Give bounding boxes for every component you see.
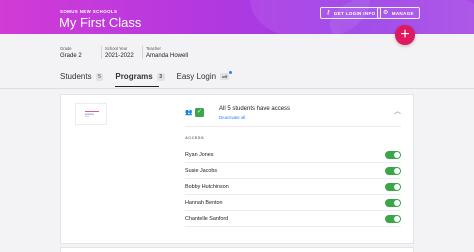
grade-value: Grade 2: [60, 53, 82, 59]
tabs-divider: [0, 88, 474, 89]
grade-info: Grade Grade 2: [60, 46, 82, 59]
student-access-row: Susie Jacobs: [185, 164, 401, 179]
tab-easy-login-label: Easy Login: [176, 72, 217, 81]
get-login-info-button[interactable]: ⚷ GET LOGIN INFO: [320, 7, 382, 19]
toggle-knob: [394, 184, 400, 190]
programs-count-badge: 3: [156, 72, 165, 81]
access-check-icon[interactable]: ✓: [195, 108, 204, 117]
student-access-row: Bobby Hutchinson: [185, 180, 401, 195]
access-toggle[interactable]: [385, 215, 401, 223]
student-name: Chantelle Sanford: [185, 216, 229, 222]
chevron-up-icon[interactable]: ︿: [394, 106, 401, 116]
class-tabs: Students 5 Programs 3 Easy Login off: [60, 71, 241, 87]
student-name: Ryan Jones: [185, 152, 214, 158]
toggle-knob: [394, 200, 400, 206]
toggle-knob: [394, 168, 400, 174]
student-access-row: Ryan Jones: [185, 148, 401, 163]
tab-easy-login[interactable]: Easy Login off: [176, 71, 233, 87]
thumbnail-accent-line: [85, 111, 99, 112]
school-name: SOMUS NEW SCHOOLS: [60, 9, 118, 14]
manage-button[interactable]: ⚙ MANAGE: [377, 7, 420, 19]
student-access-row: Hannah Benton: [185, 196, 401, 211]
add-button[interactable]: +: [395, 25, 415, 45]
new-indicator-dot: [229, 71, 233, 74]
access-toggle[interactable]: [385, 151, 401, 159]
program-card: Literacy Plus 👥 ✓ All 5 students have ac…: [60, 94, 414, 244]
get-login-info-label: GET LOGIN INFO: [333, 10, 376, 16]
access-toggle[interactable]: [385, 183, 401, 191]
easy-login-status-badge: off: [220, 73, 230, 80]
key-icon: ⚷: [326, 10, 331, 16]
program-thumbnail[interactable]: Literacy Plus: [75, 103, 107, 125]
deactivate-all-link[interactable]: Deactivate all: [219, 115, 245, 120]
student-name: Susie Jacobs: [185, 168, 218, 174]
thumbnail-subtitle: Plus: [85, 116, 90, 118]
toggle-knob: [394, 152, 400, 158]
gear-icon: ⚙: [383, 10, 389, 16]
teacher-value: Amanda Howell: [146, 53, 189, 59]
grade-label: Grade: [60, 46, 72, 51]
people-icon: 👥: [185, 110, 193, 116]
toggle-knob: [394, 216, 400, 222]
section-divider: [185, 126, 401, 127]
tab-programs-label: Programs: [115, 72, 153, 81]
tab-students-label: Students: [60, 72, 92, 81]
school-year-value: 2021-2022: [105, 53, 134, 59]
class-title: My First Class: [59, 15, 142, 30]
students-count-badge: 5: [95, 72, 104, 81]
tab-students[interactable]: Students 5: [60, 72, 104, 87]
teacher-info: Teacher Amanda Howell: [142, 46, 188, 59]
student-access-row: Chantelle Sanford: [185, 212, 401, 227]
manage-label: MANAGE: [391, 10, 414, 16]
student-name: Hannah Benton: [185, 200, 223, 206]
access-toggle[interactable]: [385, 199, 401, 207]
tab-programs[interactable]: Programs 3: [115, 72, 165, 87]
next-program-card[interactable]: [60, 247, 414, 252]
school-year-info: School Year 2021-2022: [101, 46, 134, 59]
student-name: Bobby Hutchinson: [185, 184, 229, 190]
teacher-label: Teacher: [146, 46, 161, 51]
access-section-label: ACCESS: [185, 135, 205, 140]
school-year-label: School Year: [105, 46, 128, 51]
access-summary: All 5 students have access: [219, 106, 291, 112]
access-toggle[interactable]: [385, 167, 401, 175]
